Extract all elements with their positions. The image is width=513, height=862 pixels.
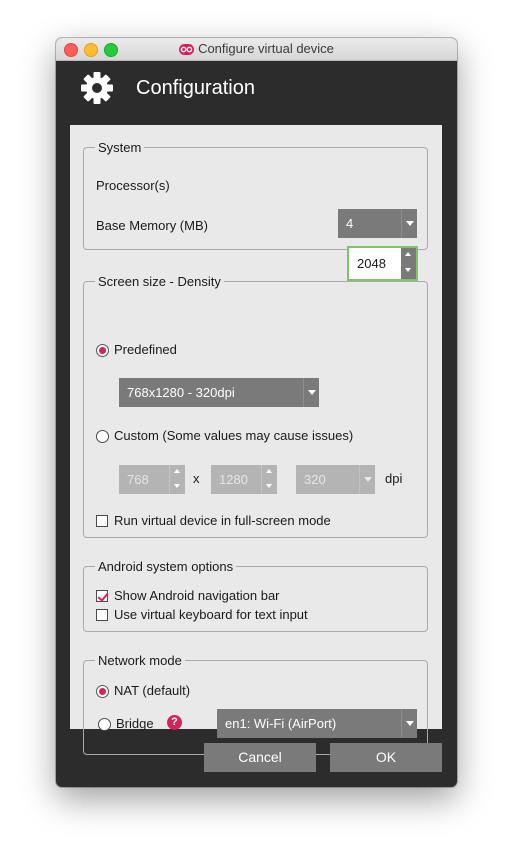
android-legend: Android system options	[98, 559, 234, 574]
chevron-down-icon	[303, 378, 319, 407]
network-interface-value: en1: Wi-Fi (AirPort)	[225, 716, 337, 731]
window-title: Configure virtual device	[198, 41, 334, 56]
system-legend: System	[98, 140, 142, 155]
decrement-icon[interactable]	[262, 480, 277, 495]
config-panel: System Processor(s) 4 Base Memory (MB) 2…	[70, 125, 442, 755]
nav-bar-label[interactable]: Show Android navigation bar	[114, 588, 280, 603]
increment-icon[interactable]	[401, 248, 416, 264]
help-icon[interactable]: ?	[167, 715, 182, 730]
resolution-value: 768x1280 - 320dpi	[127, 385, 235, 400]
height-stepper[interactable]	[261, 465, 277, 494]
dpi-value: 320	[304, 472, 326, 487]
resolution-select[interactable]: 768x1280 - 320dpi	[119, 378, 319, 407]
width-spinbox[interactable]: 768	[119, 465, 185, 494]
virtual-keyboard-label[interactable]: Use virtual keyboard for text input	[114, 607, 308, 622]
title-bar: Configure virtual device	[56, 38, 457, 61]
chevron-down-icon	[401, 209, 417, 238]
screen-legend: Screen size - Density	[98, 274, 221, 289]
height-spinbox[interactable]: 1280	[211, 465, 277, 494]
network-group: Network mode	[83, 653, 428, 755]
predefined-label[interactable]: Predefined	[114, 342, 177, 357]
bridge-label[interactable]: Bridge	[116, 716, 154, 731]
decrement-icon[interactable]	[170, 480, 185, 495]
header: Configuration	[56, 61, 457, 123]
increment-icon[interactable]	[262, 465, 277, 480]
bridge-radio[interactable]	[98, 718, 111, 731]
nav-bar-checkbox[interactable]	[96, 590, 108, 602]
chevron-down-icon	[401, 709, 417, 738]
height-value: 1280	[219, 472, 248, 487]
dpi-select[interactable]: 320	[296, 465, 375, 494]
network-interface-select[interactable]: en1: Wi-Fi (AirPort)	[217, 709, 417, 738]
nat-radio[interactable]	[96, 685, 109, 698]
dialog-window: Configure virtual device Configuration S…	[56, 38, 457, 787]
custom-radio[interactable]	[96, 430, 109, 443]
predefined-radio[interactable]	[96, 344, 109, 357]
window-title-wrap: Configure virtual device	[56, 41, 457, 58]
fullscreen-label[interactable]: Run virtual device in full-screen mode	[114, 513, 331, 528]
processor-select[interactable]: 4	[338, 209, 417, 238]
memory-label: Base Memory (MB)	[96, 218, 208, 233]
width-value: 768	[127, 472, 149, 487]
chevron-down-icon	[359, 465, 375, 494]
memory-value: 2048	[357, 256, 386, 271]
processor-value: 4	[346, 216, 354, 231]
network-legend: Network mode	[98, 653, 182, 668]
processor-label: Processor(s)	[96, 178, 170, 193]
dpi-unit-label: dpi	[385, 471, 403, 486]
width-stepper[interactable]	[169, 465, 185, 494]
custom-label[interactable]: Custom (Some values may cause issues)	[114, 428, 353, 443]
times-label: x	[193, 471, 200, 486]
genymotion-app-icon	[179, 43, 195, 58]
nat-label[interactable]: NAT (default)	[114, 683, 190, 698]
cancel-button[interactable]: Cancel	[204, 743, 316, 772]
gear-icon	[80, 71, 114, 108]
fullscreen-checkbox[interactable]	[96, 515, 108, 527]
increment-icon[interactable]	[170, 465, 185, 480]
ok-button[interactable]: OK	[330, 743, 442, 772]
virtual-keyboard-checkbox[interactable]	[96, 609, 108, 621]
page-title: Configuration	[136, 77, 255, 99]
